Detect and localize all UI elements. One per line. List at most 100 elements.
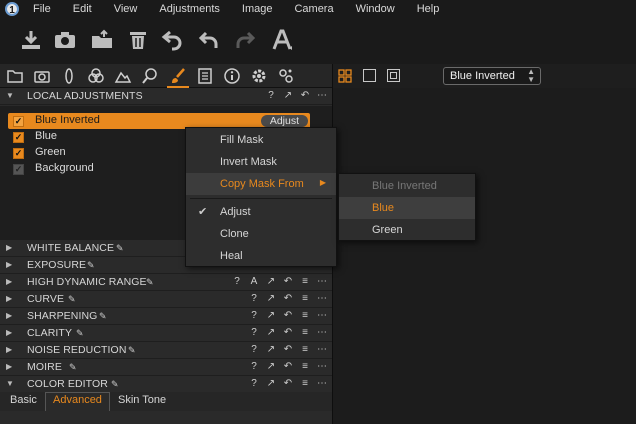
expand-arrow-icon[interactable]: ▶	[6, 294, 12, 303]
lens-icon[interactable]	[60, 67, 78, 85]
app-logo-icon[interactable]: 1	[5, 2, 19, 16]
expand-arrow-icon[interactable]: ▶	[6, 311, 12, 320]
section-curve[interactable]: ▶ CURVE ✎ ? ↗ ↶ ≡ ⋯	[0, 291, 332, 308]
trash-icon[interactable]	[126, 28, 150, 52]
undo-all-icon[interactable]	[161, 28, 185, 52]
section-moire[interactable]: ▶ MOIRE ✎ ? ↗ ↶ ≡ ⋯	[0, 359, 332, 376]
menu-item-heal[interactable]: Heal	[186, 245, 336, 267]
menu-item-adjust[interactable]: ✔ Adjust	[186, 201, 336, 223]
reset-icon[interactable]: ↶	[283, 378, 293, 389]
tab-advanced[interactable]: Advanced	[45, 392, 110, 411]
import-icon[interactable]	[19, 28, 43, 52]
reset-icon[interactable]: ↶	[283, 310, 293, 321]
grid-view-icon[interactable]	[338, 69, 352, 83]
reset-icon[interactable]: ↶	[283, 293, 293, 304]
menu-camera[interactable]: Camera	[294, 3, 333, 15]
tab-basic[interactable]: Basic	[10, 394, 37, 406]
more-icon[interactable]: ⋯	[317, 344, 327, 355]
menu-adjustments[interactable]: Adjustments	[159, 3, 220, 15]
reset-icon[interactable]: ↶	[283, 344, 293, 355]
submenu-item-blue[interactable]: Blue	[339, 197, 475, 219]
more-icon[interactable]: ⋯	[317, 310, 327, 321]
help-icon[interactable]: ?	[249, 361, 259, 372]
copy-apply-icon[interactable]: ↗	[266, 327, 276, 338]
tab-skin-tone[interactable]: Skin Tone	[118, 394, 166, 406]
submenu-item-green[interactable]: Green	[339, 219, 475, 241]
more-icon[interactable]: ⋯	[317, 90, 327, 101]
presets-icon[interactable]: ≡	[300, 293, 310, 304]
more-icon[interactable]: ⋯	[317, 361, 327, 372]
collapse-arrow-icon[interactable]: ▼	[6, 379, 14, 388]
section-noise-reduction[interactable]: ▶ NOISE REDUCTION ✎ ? ↗ ↶ ≡ ⋯	[0, 342, 332, 359]
menu-item-clone[interactable]: Clone	[186, 223, 336, 245]
more-icon[interactable]: ⋯	[317, 378, 327, 389]
reset-icon[interactable]: ↶	[283, 361, 293, 372]
redo-icon[interactable]	[233, 28, 257, 52]
help-icon[interactable]: ?	[249, 378, 259, 389]
layer-select[interactable]: Blue Inverted ▲ ▼	[443, 67, 541, 85]
menu-file[interactable]: File	[33, 3, 51, 15]
presets-icon[interactable]: ≡	[300, 310, 310, 321]
info-icon[interactable]	[223, 67, 241, 85]
search-icon[interactable]	[141, 67, 159, 85]
presets-icon[interactable]: ≡	[300, 361, 310, 372]
expand-arrow-icon[interactable]: ▶	[6, 362, 12, 371]
single-view-icon[interactable]	[363, 69, 376, 82]
menu-view[interactable]: View	[114, 3, 138, 15]
copy-apply-icon[interactable]: ↗	[266, 361, 276, 372]
presets-icon[interactable]: ≡	[300, 327, 310, 338]
menu-edit[interactable]: Edit	[73, 3, 92, 15]
copy-apply-icon[interactable]: ↗	[266, 293, 276, 304]
layer-checkbox[interactable]: ✓	[13, 132, 24, 143]
library-icon[interactable]	[6, 67, 24, 85]
reset-icon[interactable]: ↶	[300, 90, 310, 101]
copy-apply-icon[interactable]: ↗	[266, 344, 276, 355]
reset-icon[interactable]: ↶	[283, 327, 293, 338]
expand-arrow-icon[interactable]: ▶	[6, 345, 12, 354]
section-clarity[interactable]: ▶ CLARITY ✎ ? ↗ ↶ ≡ ⋯	[0, 325, 332, 342]
reset-icon[interactable]: ↶	[283, 276, 293, 287]
menu-item-fill-mask[interactable]: Fill Mask	[186, 129, 336, 151]
auto-icon[interactable]: A	[249, 276, 259, 287]
batch-icon[interactable]	[277, 67, 295, 85]
presets-icon[interactable]: ≡	[300, 344, 310, 355]
menu-help[interactable]: Help	[417, 3, 440, 15]
layer-checkbox[interactable]: ✓	[13, 116, 24, 127]
section-high-dynamic-range[interactable]: ▶ HIGH DYNAMIC RANGE ✎ ? A ↗ ↶ ≡ ⋯	[0, 274, 332, 291]
capture-icon[interactable]	[33, 67, 51, 85]
more-icon[interactable]: ⋯	[317, 327, 327, 338]
expand-arrow-icon[interactable]: ▶	[6, 243, 12, 252]
export-icon[interactable]	[90, 28, 114, 52]
exposure-icon[interactable]	[114, 67, 132, 85]
help-icon[interactable]: ?	[249, 293, 259, 304]
copy-apply-icon[interactable]: ↗	[266, 276, 276, 287]
image-viewer[interactable]	[333, 88, 636, 424]
expand-arrow-icon[interactable]: ▶	[6, 277, 12, 286]
menu-image[interactable]: Image	[242, 3, 273, 15]
menu-item-invert-mask[interactable]: Invert Mask	[186, 151, 336, 173]
color-icon[interactable]	[87, 67, 105, 85]
compare-view-icon[interactable]	[387, 69, 400, 82]
menu-item-copy-mask-from[interactable]: Copy Mask From ▶	[186, 173, 336, 195]
expand-arrow-icon[interactable]: ▶	[6, 328, 12, 337]
help-icon[interactable]: ?	[266, 90, 276, 101]
text-cursor-icon[interactable]	[270, 28, 294, 52]
help-icon[interactable]: ?	[232, 276, 242, 287]
presets-icon[interactable]: ≡	[300, 378, 310, 389]
undo-icon[interactable]	[197, 28, 221, 52]
copy-apply-icon[interactable]: ↗	[266, 310, 276, 321]
more-icon[interactable]: ⋯	[317, 276, 327, 287]
section-color-editor[interactable]: ▼ COLOR EDITOR ✎ ? ↗ ↶ ≡ ⋯	[0, 376, 332, 393]
settings-icon[interactable]	[250, 67, 268, 85]
tab-local-adjustments[interactable]	[167, 67, 189, 88]
copy-apply-icon[interactable]: ↗	[266, 378, 276, 389]
section-sharpening[interactable]: ▶ SHARPENING ✎ ? ↗ ↶ ≡ ⋯	[0, 308, 332, 325]
menu-window[interactable]: Window	[356, 3, 395, 15]
presets-icon[interactable]: ≡	[300, 276, 310, 287]
local-adjustments-header[interactable]: ▼ LOCAL ADJUSTMENTS ? ↗ ↶ ⋯	[0, 88, 332, 105]
collapse-arrow-icon[interactable]: ▼	[6, 91, 14, 100]
help-icon[interactable]: ?	[249, 344, 259, 355]
copy-apply-icon[interactable]: ↗	[283, 90, 293, 101]
more-icon[interactable]: ⋯	[317, 293, 327, 304]
help-icon[interactable]: ?	[249, 310, 259, 321]
